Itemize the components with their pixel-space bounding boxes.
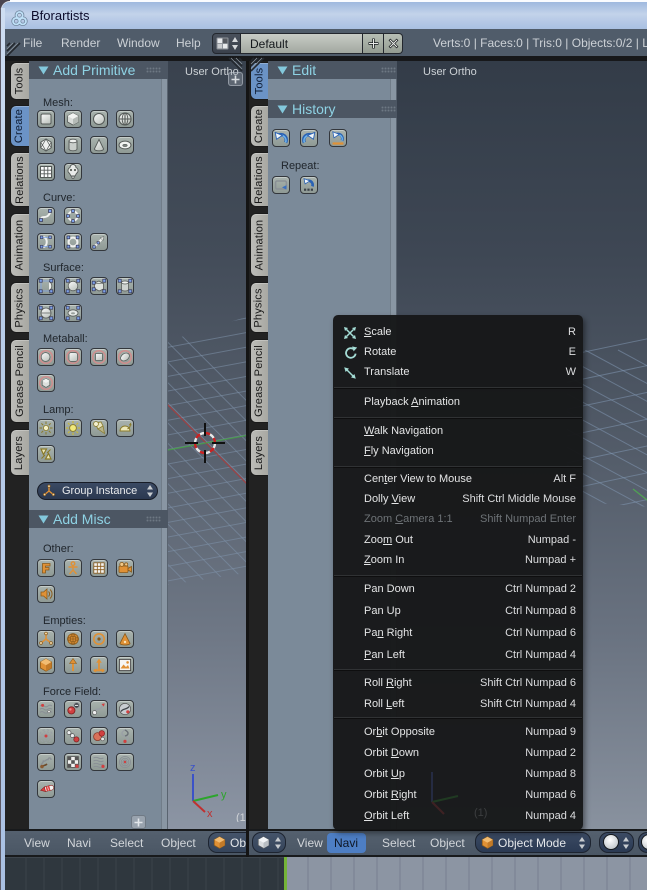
svg-text:y: y [221,789,227,801]
svg-text:x: x [207,808,213,818]
svg-text:(1): (1) [474,807,487,819]
svg-text:z: z [190,762,196,774]
